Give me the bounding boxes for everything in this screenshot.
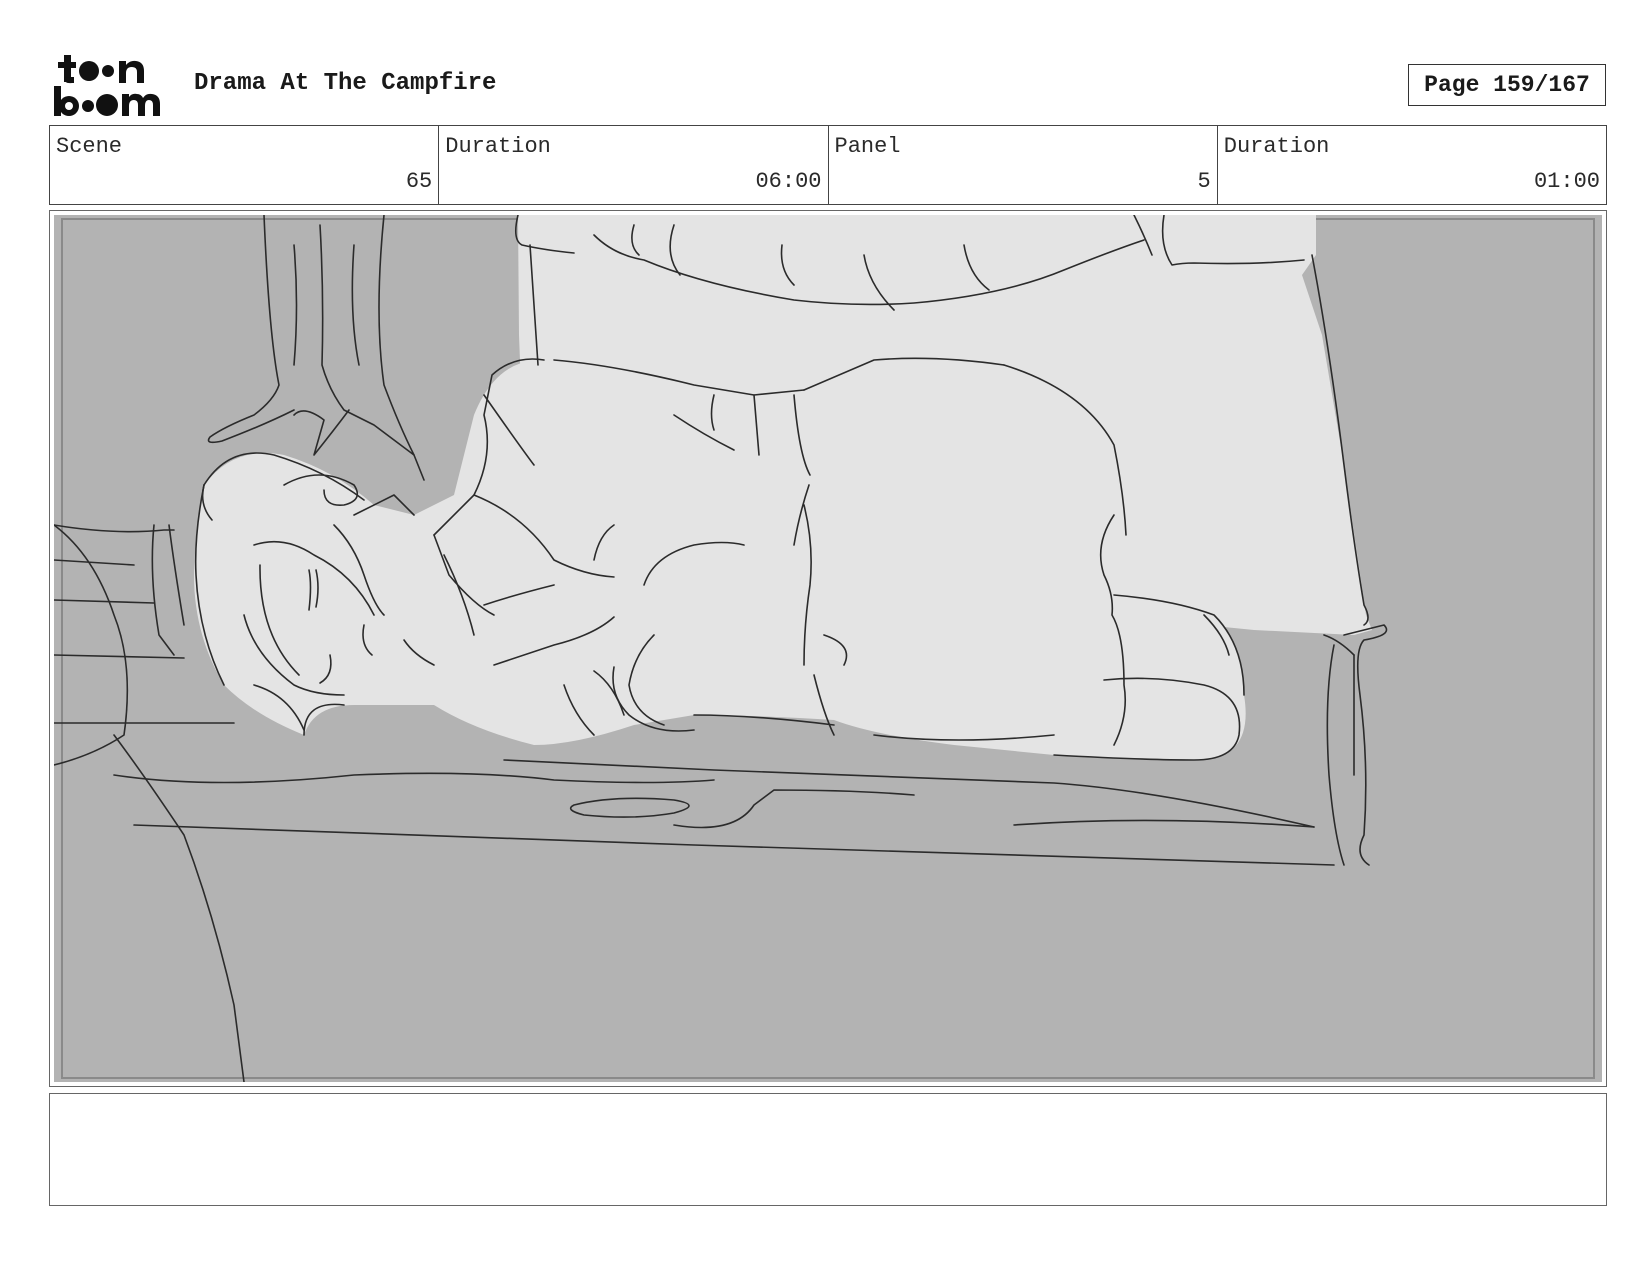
panel-duration-cell: Duration 01:00	[1218, 126, 1606, 204]
scene-label: Scene	[56, 134, 123, 159]
scene-duration-cell: Duration 06:00	[439, 126, 829, 204]
page-counter: Page 159/167	[1408, 64, 1606, 106]
scene-value: 65	[405, 169, 433, 194]
project-title: Drama At The Campfire	[194, 70, 497, 97]
panel-label: Panel	[834, 134, 901, 159]
scene-duration-label: Duration	[445, 134, 551, 159]
panel-value: 5	[1197, 169, 1211, 194]
storyboard-panel	[49, 210, 1607, 1087]
panel-cell: Panel 5	[829, 126, 1218, 204]
panel-duration-value: 01:00	[1533, 169, 1600, 194]
scene-duration-value: 06:00	[755, 169, 822, 194]
toonboom-logo-icon	[52, 52, 170, 118]
scene-cell: Scene 65	[50, 126, 440, 204]
panel-duration-label: Duration	[1223, 134, 1330, 159]
storyboard-sketch-image	[54, 215, 1602, 1082]
panel-notes-box	[49, 1093, 1607, 1206]
panel-info-row: Scene 65 Duration 06:00 Panel 5 Duration…	[49, 125, 1607, 205]
